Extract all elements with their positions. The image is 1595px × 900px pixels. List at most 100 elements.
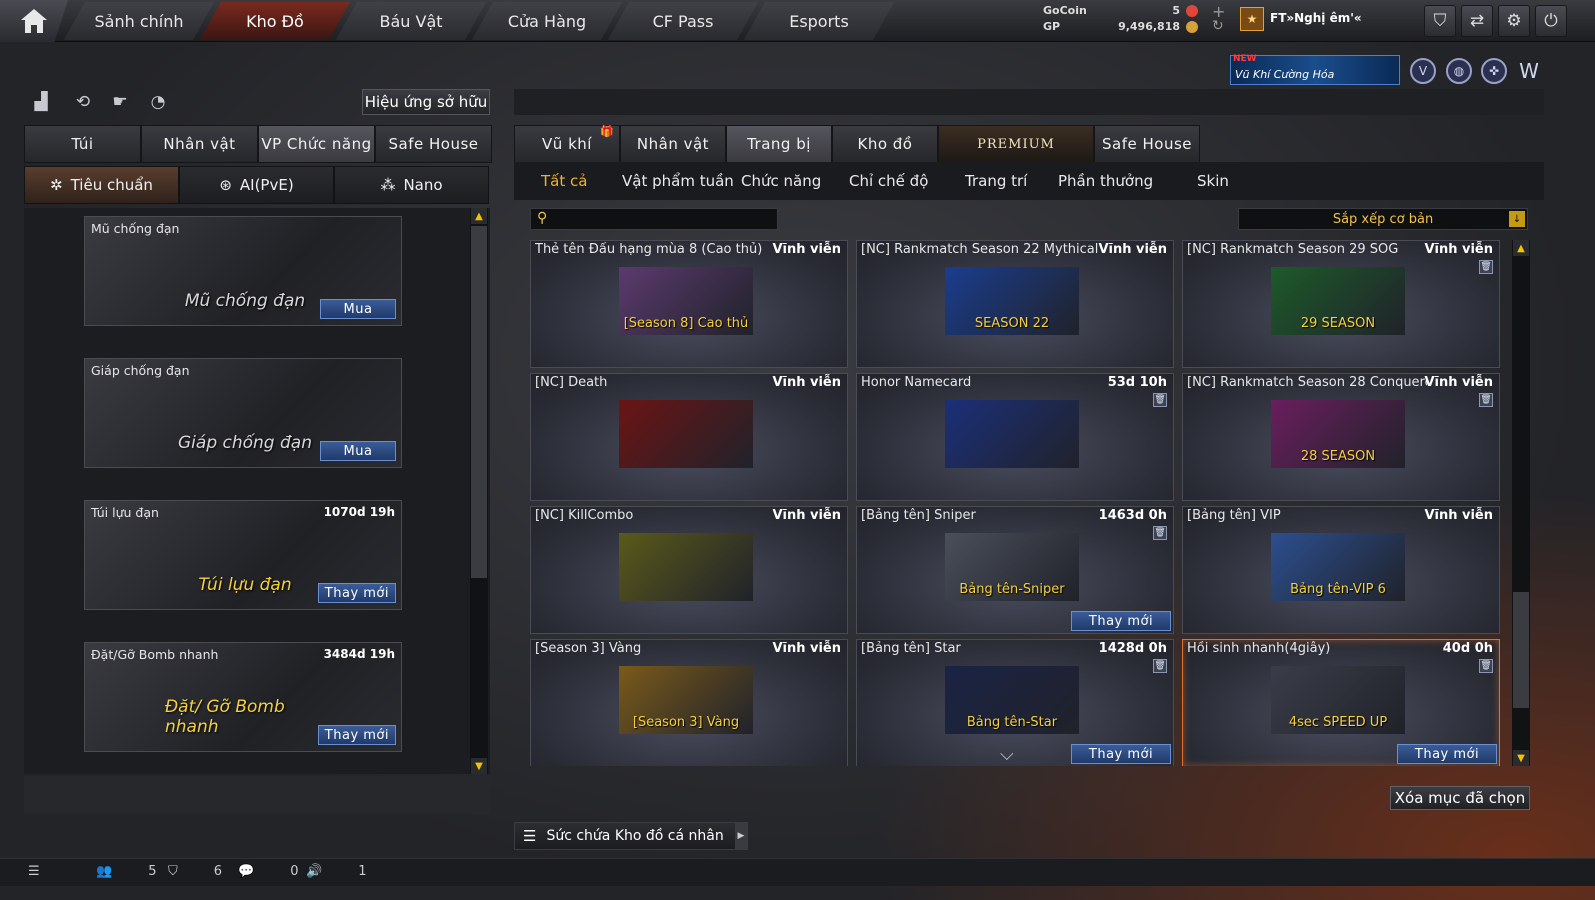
buy-button[interactable]: Mua: [320, 441, 396, 461]
left-tab-vp-chuc-nang[interactable]: VP Chức năng: [258, 125, 375, 163]
trash-icon[interactable]: 🗑: [1153, 659, 1167, 673]
category-chi-che-do[interactable]: Chỉ chế độ: [849, 172, 928, 190]
left-tab-tui[interactable]: Túi: [24, 125, 141, 163]
v-emblem-icon[interactable]: V: [1410, 58, 1436, 84]
left-subtab-nano[interactable]: ⁂ Nano: [334, 166, 489, 204]
scroll-up-arrow[interactable]: ▲: [471, 208, 487, 224]
left-scrollbar[interactable]: ▲ ▼: [470, 208, 488, 774]
item-image: Bảng tên-VIP 6: [1271, 533, 1405, 601]
renew-button[interactable]: Thay mới: [317, 583, 396, 603]
right-tab-premium[interactable]: PREMIUM: [938, 125, 1094, 163]
left-tab-safe-house[interactable]: Safe House: [375, 125, 492, 163]
subtab-label: Tiêu chuẩn: [70, 176, 153, 194]
sun-icon: ✲: [50, 176, 63, 194]
item-card[interactable]: [Bảng tên] Sniper 1463d 0h 🗑 Bảng tên-Snipe…: [856, 506, 1174, 634]
list-item[interactable]: Đặt/Gỡ Bomb nhanh 3484d 19h Đặt/ Gỡ Bomb n…: [84, 642, 402, 752]
tab-cua-hang[interactable]: Cửa Hàng: [472, 2, 622, 40]
trash-icon[interactable]: 🗑: [1153, 526, 1167, 540]
globe-icon[interactable]: ◍: [1446, 58, 1472, 84]
ranking-icon[interactable]: ▟: [29, 90, 53, 114]
category-tat-ca[interactable]: Tất cả: [541, 172, 587, 190]
item-card[interactable]: [Bảng tên] Star 1428d 0h 🗑 Bảng tên-Star Tha…: [856, 639, 1174, 766]
grid-scrollbar[interactable]: ▲ ▼: [1512, 240, 1530, 766]
item-card[interactable]: [NC] Rankmatch Season 28 Conqueror Vĩnh v…: [1182, 373, 1500, 501]
item-card[interactable]: Hồi sinh nhanh(4giây) 40d 0h 🗑 4sec SPEED U…: [1182, 639, 1500, 766]
trash-icon[interactable]: 🗑: [1153, 393, 1167, 407]
refresh-icon[interactable]: ↻: [1212, 18, 1224, 34]
left-subtab-tieu-chuan[interactable]: ✲ Tiêu chuẩn: [24, 166, 179, 204]
category-trang-tri[interactable]: Trang trí: [965, 172, 1027, 190]
right-tab-safe-house[interactable]: Safe House: [1094, 125, 1200, 163]
trash-icon[interactable]: 🗑: [1479, 659, 1493, 673]
list-item[interactable]: Giáp chống đạn Giáp chống đạn Mua: [84, 358, 402, 468]
switch-button[interactable]: ⇄: [1461, 5, 1493, 37]
item-card[interactable]: [NC] Rankmatch Season 29 SOG Vĩnh viễn 🗑 29…: [1182, 240, 1500, 368]
clan-indicator[interactable]: ⛉ 6: [168, 864, 222, 879]
chevron-down-icon[interactable]: ⌵: [1000, 744, 1014, 765]
history-icon[interactable]: ⟲: [71, 90, 95, 114]
category-phan-thuong[interactable]: Phần thưởng: [1058, 172, 1153, 190]
owned-effects-button[interactable]: Hiệu ứng sở hữu: [362, 89, 490, 115]
item-card[interactable]: [NC] Death Vĩnh viễn: [530, 373, 848, 501]
right-tab-trang-bi[interactable]: Trang bị: [726, 125, 832, 163]
capacity-button[interactable]: ☰ Sức chứa Kho đồ cá nhân ▶: [514, 822, 748, 850]
clan-count: 6: [213, 864, 223, 879]
crosshair-icon[interactable]: ✜: [1481, 58, 1507, 84]
volume-indicator[interactable]: 🔊 1: [306, 864, 366, 879]
item-card[interactable]: Honor Namecard 53d 10h 🗑: [856, 373, 1174, 501]
power-button[interactable]: ⏻: [1535, 5, 1567, 37]
renew-button[interactable]: Thay mới: [1071, 744, 1171, 764]
right-tab-nhan-vat[interactable]: Nhân vật: [620, 125, 726, 163]
menu-button[interactable]: ☰: [28, 864, 40, 879]
trash-icon[interactable]: 🗑: [1479, 260, 1493, 274]
chat-icon: 💬: [238, 864, 255, 879]
hand-icon[interactable]: ☛: [108, 90, 132, 114]
chevron-right-icon: ▶: [735, 823, 747, 849]
scroll-thumb[interactable]: [471, 226, 487, 578]
mission-button[interactable]: ⛉: [1424, 5, 1456, 37]
trash-icon[interactable]: 🗑: [1479, 393, 1493, 407]
sort-dropdown[interactable]: Sắp xếp cơ bản ↓: [1238, 208, 1528, 230]
search-input[interactable]: ⚲: [530, 208, 778, 230]
delete-selected-button[interactable]: Xóa mục đã chọn: [1390, 786, 1530, 810]
tab-esports[interactable]: Esports: [744, 2, 894, 40]
tab-kho-do[interactable]: Kho Đồ: [200, 2, 350, 40]
gear-icon: ⚙: [1506, 11, 1522, 31]
mouse-icon[interactable]: ◔: [146, 90, 170, 114]
category-chuc-nang[interactable]: Chức năng: [741, 172, 821, 190]
item-card[interactable]: [NC] Rankmatch Season 22 Mythical Vĩnh vi…: [856, 240, 1174, 368]
tab-sanh-chinh[interactable]: Sảnh chính: [64, 2, 214, 40]
left-footer: [24, 776, 490, 814]
gocoin-label: GoCoin: [1043, 4, 1087, 17]
right-tab-kho-do[interactable]: Kho đồ: [832, 125, 938, 163]
left-tab-nhan-vat[interactable]: Nhân vật: [141, 125, 258, 163]
renew-button[interactable]: Thay mới: [1397, 744, 1497, 764]
renew-button[interactable]: Thay mới: [1071, 611, 1171, 631]
user-name[interactable]: FT»Nghị êm'«: [1270, 11, 1362, 25]
item-card[interactable]: [Season 3] Vàng Vĩnh viễn [Season 3] Vàng: [530, 639, 848, 766]
scroll-up-arrow[interactable]: ▲: [1513, 240, 1529, 256]
shield-icon: ⛉: [1433, 11, 1447, 31]
item-card[interactable]: [Bảng tên] VIP Vĩnh viễn Bảng tên-VIP 6: [1182, 506, 1500, 634]
settings-button[interactable]: ⚙: [1498, 5, 1530, 37]
home-button[interactable]: [0, 0, 68, 42]
category-vat-pham-tuan[interactable]: Vật phẩm tuần: [622, 172, 734, 190]
chat-indicator[interactable]: 💬 0: [238, 864, 298, 879]
scroll-down-arrow[interactable]: ▼: [1513, 750, 1529, 766]
scroll-down-arrow[interactable]: ▼: [471, 758, 487, 774]
list-item[interactable]: Mũ chống đạn Mũ chống đạn Mua: [84, 216, 402, 326]
item-card[interactable]: [NC] KillCombo Vĩnh viễn: [530, 506, 848, 634]
gocoin-icon: [1186, 5, 1198, 17]
promo-banner[interactable]: NEW Vũ Khí Cường Hóa: [1230, 54, 1400, 85]
tab-bau-vat[interactable]: Báu Vật: [336, 2, 486, 40]
scroll-thumb[interactable]: [1513, 592, 1529, 708]
list-item[interactable]: Túi lựu đạn 1070d 19h Túi lựu đạn Thay mới: [84, 500, 402, 610]
buy-button[interactable]: Mua: [320, 299, 396, 319]
friends-indicator[interactable]: 👥 5: [96, 864, 156, 879]
item-card[interactable]: Thẻ tên Đấu hạng mùa 8 (Cao thủ) Vĩnh viễ…: [530, 240, 848, 368]
renew-button[interactable]: Thay mới: [317, 725, 396, 745]
category-skin[interactable]: Skin: [1197, 172, 1229, 190]
left-subtab-ai-pve[interactable]: ⊛ AI(PvE): [179, 166, 334, 204]
tab-cf-pass[interactable]: CF Pass: [608, 2, 758, 40]
w-logo-icon[interactable]: W: [1516, 58, 1542, 84]
